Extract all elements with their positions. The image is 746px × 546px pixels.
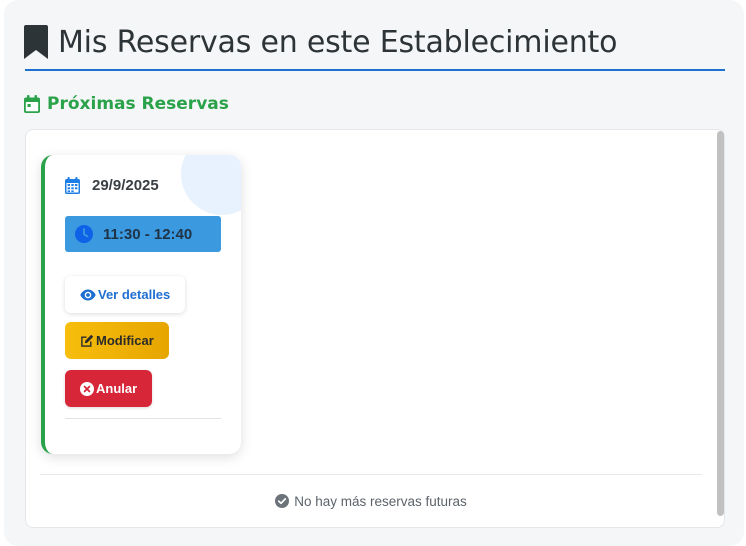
calendar-icon <box>24 95 40 113</box>
edit-icon <box>80 334 94 348</box>
modify-label: Modificar <box>96 333 154 348</box>
reservation-date: 29/9/2025 <box>92 177 159 194</box>
clock-icon <box>75 225 93 243</box>
no-more-reservations-note: No hay más reservas futuras <box>0 492 742 510</box>
title-divider <box>25 69 725 71</box>
bookmark-icon <box>24 25 48 59</box>
cancel-reservation-button[interactable]: Anular <box>65 370 153 407</box>
reservation-date-row: 29/9/2025 <box>65 177 159 194</box>
reservation-time: 11:30 - 12:40 <box>103 225 193 243</box>
page-header: Mis Reservas en este Establecimiento <box>24 22 617 62</box>
modify-button[interactable]: Modificar <box>65 322 169 359</box>
footer-note-text: No hay más reservas futuras <box>294 493 467 509</box>
reservation-card: 29/9/2025 11:30 - 12:40 Ver detalles Mod… <box>41 155 241 454</box>
list-scrollbar[interactable] <box>717 131 724 516</box>
view-details-button[interactable]: Ver detalles <box>65 276 186 313</box>
card-decoration <box>181 155 241 215</box>
page-title: Mis Reservas en este Establecimiento <box>58 24 618 60</box>
view-details-label: Ver detalles <box>98 287 171 302</box>
section-header: Próximas Reservas <box>24 92 229 116</box>
reservation-time-badge: 11:30 - 12:40 <box>65 216 221 252</box>
footer-divider <box>40 474 702 475</box>
section-title: Próximas Reservas <box>47 94 229 114</box>
check-circle-icon <box>275 494 290 508</box>
calendar-days-icon <box>65 177 80 194</box>
card-divider <box>65 418 221 419</box>
eye-icon <box>80 289 96 301</box>
x-circle-icon <box>80 381 94 396</box>
cancel-label: Anular <box>96 381 138 396</box>
